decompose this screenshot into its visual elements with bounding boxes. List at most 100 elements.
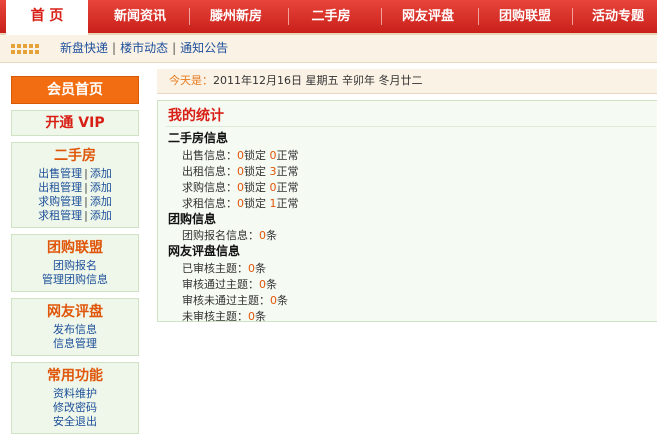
stat-count: 0: [259, 229, 266, 242]
date-label: 今天是：: [169, 74, 213, 87]
buy-manage-link[interactable]: 求购管理: [38, 195, 82, 208]
stat-unit: 条: [266, 229, 277, 242]
stat-locked-text: 锁定: [244, 197, 266, 210]
stat-locked-text: 锁定: [244, 165, 266, 178]
stat-count: 0: [259, 278, 266, 291]
nav-new-homes[interactable]: 滕州新房: [196, 0, 276, 33]
nav-separator: [478, 8, 479, 25]
sale-manage-link[interactable]: 出售管理: [38, 167, 82, 180]
stat-locked-text: 锁定: [244, 181, 266, 194]
lease-add-link[interactable]: 添加: [90, 209, 112, 222]
nav-separator: [572, 8, 573, 25]
stat-normal-count: 1: [269, 197, 277, 210]
sidebar-row-lease: 求租管理 | 添加: [12, 209, 138, 223]
stat-row-group-signup: 团购报名信息：0条: [182, 227, 277, 243]
link-separator: |: [84, 195, 88, 208]
review-section-title: 网友评盘信息: [168, 244, 241, 258]
second-hand-panel: 二手房 出售管理 | 添加 出租管理 | 添加 求购管理 | 添加 求租管理 | 添加: [11, 142, 139, 228]
nav-events[interactable]: 活动专题: [580, 0, 656, 33]
stat-unit: 条: [255, 262, 266, 275]
sale-add-link[interactable]: 添加: [90, 167, 112, 180]
nav-news[interactable]: 新闻资讯: [100, 0, 180, 33]
review-title: 网友评盘: [47, 304, 103, 320]
stat-row-approved: 审核通过主题：0条: [182, 276, 277, 292]
second-hand-title: 二手房: [54, 148, 96, 164]
stats-title: 我的统计: [168, 108, 224, 124]
stat-label: 未审核主题：: [182, 310, 248, 323]
nav-separator: [189, 8, 190, 25]
member-home-button[interactable]: 会员首页: [11, 76, 139, 104]
common-title: 常用功能: [47, 368, 103, 384]
sub-nav-links: 新盘快递 | 楼市动态 | 通知公告: [60, 35, 228, 62]
nav-group-buy[interactable]: 团购联盟: [485, 0, 565, 33]
stat-label: 求租信息：: [182, 197, 237, 210]
link-separator: |: [84, 209, 88, 222]
sidebar-row-buy: 求购管理 | 添加: [12, 195, 138, 209]
link-separator: |: [84, 181, 88, 194]
sub-nav-market-news[interactable]: 楼市动态: [120, 41, 168, 55]
stat-label: 出租信息：: [182, 165, 237, 178]
group-section-title: 团购信息: [168, 212, 217, 226]
logout-link[interactable]: 安全退出: [12, 415, 138, 429]
stat-normal-count: 3: [269, 165, 277, 178]
group-buy-panel: 团购联盟 团购报名 管理团购信息: [11, 234, 139, 292]
stat-normal-count: 0: [269, 149, 277, 162]
buy-add-link[interactable]: 添加: [90, 195, 112, 208]
date-value: 2011年12月16日 星期五 辛卯年 冬月廿二: [213, 74, 423, 87]
stat-row-reviewed: 已审核主题：0条: [182, 260, 266, 276]
sub-nav-separator: |: [112, 41, 117, 55]
stat-row-lease: 求租信息：0锁定 1正常: [182, 195, 299, 211]
profile-link[interactable]: 资料维护: [12, 387, 138, 401]
stat-label: 团购报名信息：: [182, 229, 259, 242]
stat-normal-text: 正常: [276, 165, 299, 178]
stat-normal-count: 0: [269, 181, 277, 194]
stat-unit: 条: [255, 310, 266, 323]
sub-nav: 新盘快递 | 楼市动态 | 通知公告: [0, 35, 657, 63]
stat-row-pending: 未审核主题：0条: [182, 308, 266, 324]
stat-locked-count: 0: [237, 165, 244, 178]
sidebar-row-sale: 出售管理 | 添加: [12, 167, 138, 181]
stat-row-rejected: 审核未通过主题：0条: [182, 292, 288, 308]
stat-locked-count: 0: [237, 149, 244, 162]
group-signup-link[interactable]: 团购报名: [12, 259, 138, 273]
stat-locked-text: 锁定: [244, 149, 266, 162]
stat-row-rent: 出租信息：0锁定 3正常: [182, 163, 299, 179]
second-hand-section-title: 二手房信息: [168, 131, 229, 145]
group-buy-title: 团购联盟: [47, 240, 103, 256]
stat-unit: 条: [266, 278, 277, 291]
sub-nav-separator: |: [172, 41, 177, 55]
change-password-link[interactable]: 修改密码: [12, 401, 138, 415]
stat-row-buy: 求购信息：0锁定 0正常: [182, 179, 299, 195]
top-nav: 首 页 新闻资讯 滕州新房 二手房 网友评盘 团购联盟 活动专题: [0, 0, 657, 35]
open-vip-button[interactable]: 开通 VIP: [11, 110, 139, 136]
nav-second-hand[interactable]: 二手房: [296, 0, 366, 33]
stat-unit: 条: [277, 294, 288, 307]
nav-reviews[interactable]: 网友评盘: [388, 0, 468, 33]
stat-label: 出售信息：: [182, 149, 237, 162]
sidebar: 会员首页 开通 VIP 二手房 出售管理 | 添加 出租管理 | 添加 求购管理 | 添加 …: [11, 76, 139, 440]
info-manage-link[interactable]: 信息管理: [12, 337, 138, 351]
stat-locked-count: 0: [237, 181, 244, 194]
stat-count: 0: [248, 310, 255, 323]
review-panel: 网友评盘 发布信息 信息管理: [11, 298, 139, 356]
stat-row-sale: 出售信息：0锁定 0正常: [182, 147, 299, 163]
link-separator: |: [84, 167, 88, 180]
title-divider: [166, 126, 656, 127]
lease-manage-link[interactable]: 求租管理: [38, 209, 82, 222]
nav-separator: [381, 8, 382, 25]
stat-label: 求购信息：: [182, 181, 237, 194]
sub-nav-notices[interactable]: 通知公告: [180, 41, 228, 55]
stat-normal-text: 正常: [276, 181, 299, 194]
stat-count: 0: [270, 294, 277, 307]
stat-count: 0: [248, 262, 255, 275]
stat-label: 审核未通过主题：: [182, 294, 270, 307]
rent-manage-link[interactable]: 出租管理: [38, 181, 82, 194]
sub-nav-new-listings[interactable]: 新盘快递: [60, 41, 108, 55]
manage-group-link[interactable]: 管理团购信息: [12, 273, 138, 287]
stat-normal-text: 正常: [276, 197, 299, 210]
rent-add-link[interactable]: 添加: [90, 181, 112, 194]
publish-info-link[interactable]: 发布信息: [12, 323, 138, 337]
stats-panel: 我的统计 二手房信息 出售信息：0锁定 0正常 出租信息：0锁定 3正常 求购信…: [157, 100, 657, 324]
stat-locked-count: 0: [237, 197, 244, 210]
nav-home[interactable]: 首 页: [6, 0, 88, 35]
